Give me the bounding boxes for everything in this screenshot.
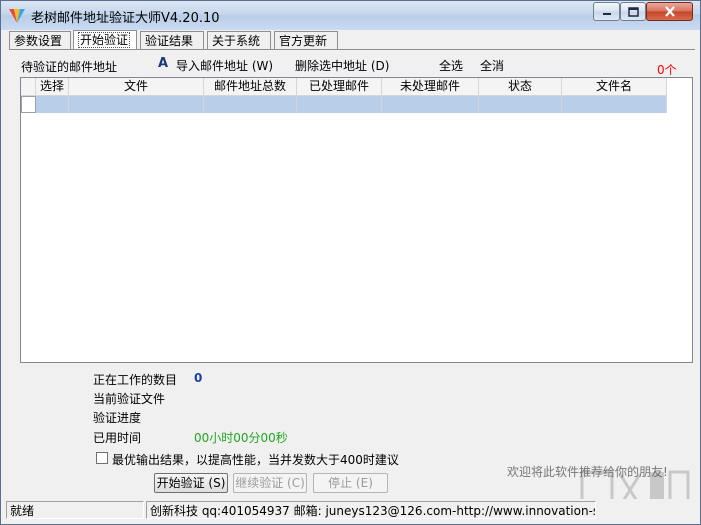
maximize-button[interactable]	[620, 2, 646, 21]
current-file-label: 当前验证文件	[93, 392, 166, 406]
tab-label: 开始验证	[78, 32, 131, 48]
close-button[interactable]	[646, 2, 693, 21]
maximize-icon	[627, 6, 639, 17]
tab-label: 参数设置	[14, 34, 63, 48]
working-count-value: 0	[194, 371, 203, 385]
progress-label: 验证进度	[93, 411, 142, 425]
import-addresses-link[interactable]: 导入邮件地址 (W)	[176, 57, 273, 74]
minimize-button[interactable]	[593, 2, 620, 21]
table-cell[interactable]	[204, 96, 297, 113]
column-header[interactable]: 已处理邮件	[297, 78, 382, 95]
continue-verify-button[interactable]: 继续验证 (C)	[233, 473, 307, 493]
table-cell[interactable]	[479, 96, 562, 113]
select-all-link[interactable]: 全选	[439, 57, 463, 74]
header-corner	[21, 78, 36, 95]
address-file-list[interactable]: 选择 文件 邮件地址总数 已处理邮件 未处理邮件 状态 文件名	[20, 77, 693, 363]
tab-results[interactable]: 验证结果	[140, 31, 204, 49]
delete-selected-link[interactable]: 删除选中地址 (D)	[295, 57, 389, 74]
tab-label: 关于系统	[212, 34, 261, 48]
column-header[interactable]: 邮件地址总数	[204, 78, 297, 95]
column-header[interactable]: 未处理邮件	[382, 78, 479, 95]
title-bar[interactable]: 老树邮件地址验证大师V4.20.10	[1, 1, 700, 30]
table-cell[interactable]	[562, 96, 667, 113]
tab-label: 官方更新	[279, 34, 328, 48]
minimize-icon	[602, 12, 611, 15]
table-cell[interactable]	[69, 96, 204, 113]
optimize-output-checkbox[interactable]	[96, 452, 108, 464]
column-header[interactable]: 文件	[69, 78, 204, 95]
address-count: 0个	[657, 63, 677, 77]
elapsed-time-value: 00小时00分00秒	[194, 431, 288, 445]
status-info: 创新科技 qq:401054937 邮箱: juneys123@126.com-…	[146, 501, 596, 519]
tab-panel-border	[9, 49, 695, 50]
table-row[interactable]	[21, 96, 667, 113]
tab-about[interactable]: 关于系统	[207, 31, 271, 49]
column-header[interactable]: 选择	[36, 78, 69, 95]
column-header[interactable]: 文件名	[562, 78, 667, 95]
optimize-output-label[interactable]: 最优输出结果，以提高性能，当并发数大于400时建议	[112, 451, 399, 468]
elapsed-time-label: 已用时间	[93, 431, 142, 445]
main-window: 老树邮件地址验证大师V4.20.10 参数设置 开始验证 验证结果 关于系统 官…	[0, 0, 701, 525]
close-icon	[664, 6, 675, 17]
tab-update[interactable]: 官方更新	[274, 31, 338, 49]
import-icon: A	[158, 56, 169, 71]
column-header[interactable]: 状态	[479, 78, 562, 95]
start-verify-button[interactable]: 开始验证 (S)	[154, 473, 228, 493]
table-cell[interactable]	[297, 96, 382, 113]
status-state: 就绪	[6, 501, 144, 519]
app-logo-icon	[9, 9, 25, 23]
tab-start-verify[interactable]: 开始验证	[73, 30, 137, 50]
table-cell[interactable]	[36, 96, 69, 113]
window-title: 老树邮件地址验证大师V4.20.10	[31, 11, 220, 26]
tab-settings[interactable]: 参数设置	[9, 31, 71, 49]
pending-addresses-label: 待验证的邮件地址	[21, 60, 118, 74]
row-selector[interactable]	[21, 96, 36, 113]
tab-label: 验证结果	[145, 34, 194, 48]
status-bar: 就绪 创新科技 qq:401054937 邮箱: juneys123@126.c…	[1, 499, 700, 524]
table-header: 选择 文件 邮件地址总数 已处理邮件 未处理邮件 状态 文件名	[21, 78, 667, 96]
stop-button[interactable]: 停止 (E)	[313, 473, 388, 493]
deselect-all-link[interactable]: 全消	[480, 57, 504, 74]
working-count-label: 正在工作的数目	[93, 373, 178, 387]
table-cell[interactable]	[382, 96, 479, 113]
